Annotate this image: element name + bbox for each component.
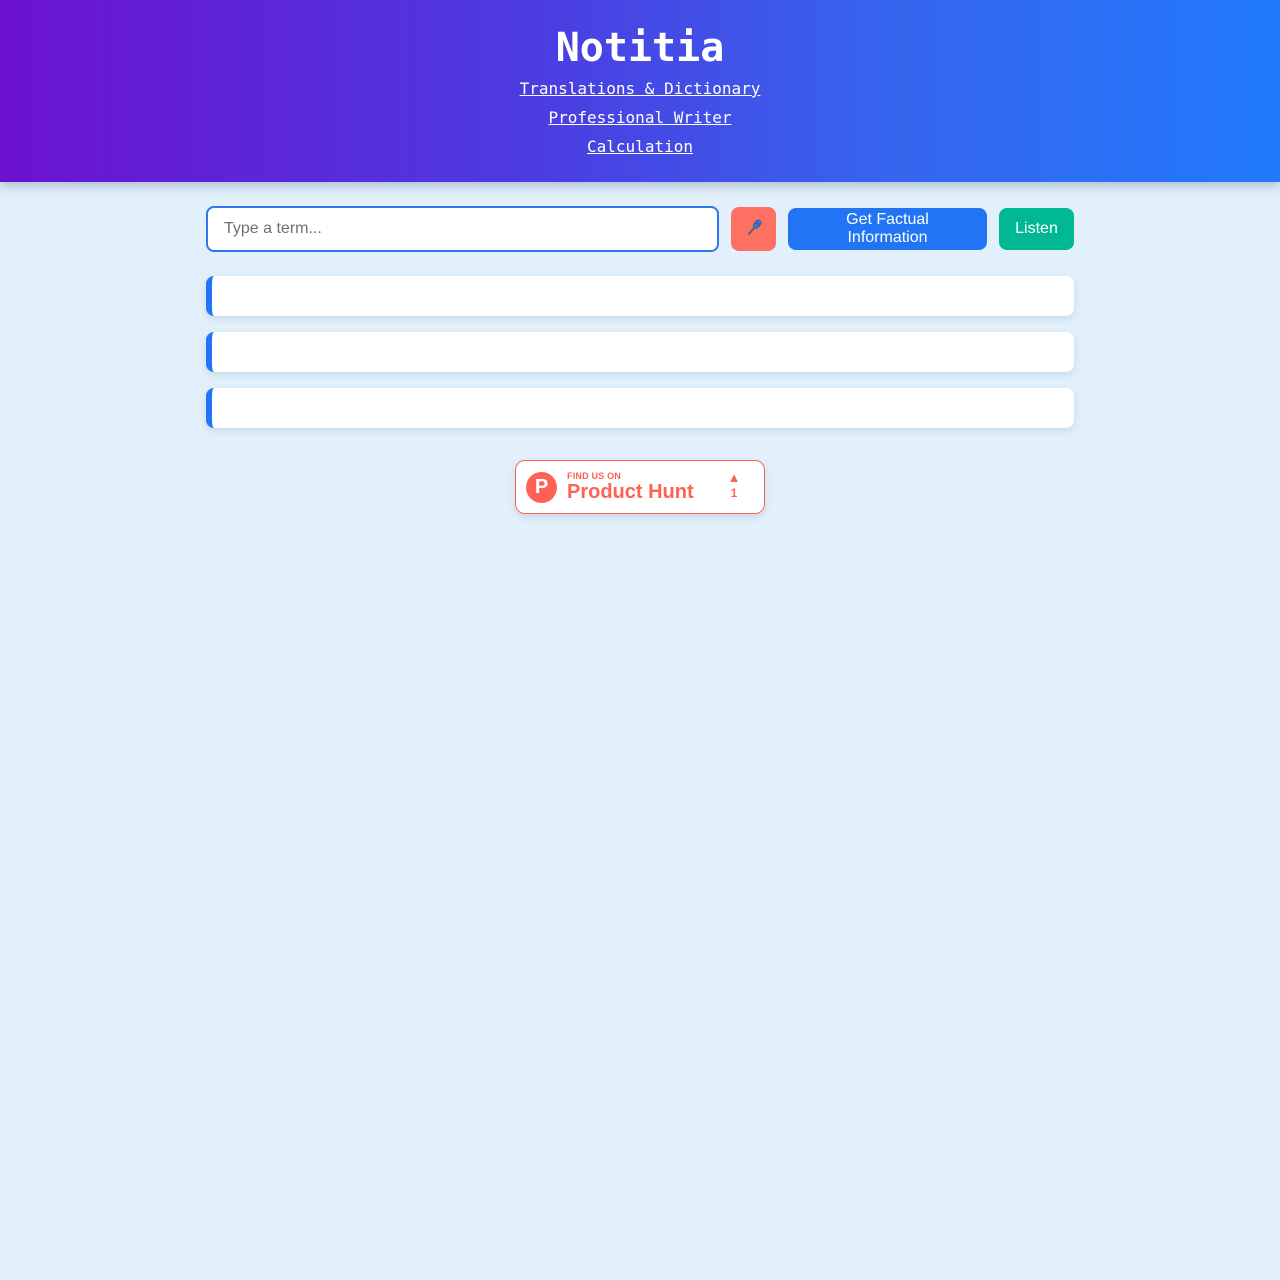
- search-bar: Get Factual Information Listen: [206, 206, 1074, 252]
- product-hunt-name: Product Hunt: [567, 481, 694, 503]
- search-input[interactable]: [206, 206, 719, 252]
- product-hunt-logo: P: [526, 471, 557, 503]
- product-hunt-badge[interactable]: P FIND US ON Product Hunt ▲ 1: [515, 460, 765, 514]
- result-card: [206, 276, 1074, 316]
- app-header: Notitia Translations & Dictionary Profes…: [0, 0, 1280, 182]
- main-content: Get Factual Information Listen P FIND US…: [206, 182, 1074, 514]
- page-title: Notitia: [555, 25, 725, 71]
- upvote-count: 1: [730, 486, 738, 500]
- upvote-counter: ▲ 1: [724, 471, 744, 501]
- nav-link-professional-writer[interactable]: Professional Writer: [548, 107, 731, 128]
- listen-button[interactable]: Listen: [999, 208, 1074, 250]
- nav-link-calculation[interactable]: Calculation: [587, 136, 693, 157]
- microphone-icon: [743, 217, 765, 242]
- get-factual-information-button[interactable]: Get Factual Information: [788, 208, 987, 250]
- triangle-up-icon: ▲: [727, 470, 741, 485]
- nav-link-translations[interactable]: Translations & Dictionary: [520, 78, 761, 99]
- product-hunt-small-text: FIND US ON: [567, 471, 622, 481]
- mic-button[interactable]: [731, 207, 776, 251]
- result-card: [206, 332, 1074, 372]
- result-card: [206, 388, 1074, 428]
